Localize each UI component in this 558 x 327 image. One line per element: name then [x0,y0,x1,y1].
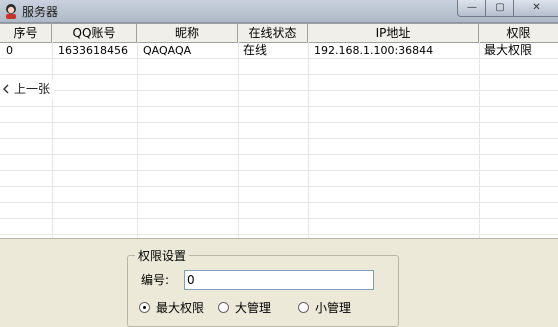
radio-label: 大管理 [235,301,272,315]
close-button[interactable]: ✕ [513,0,558,17]
id-label: 编号: [141,273,170,287]
column-header-nickname[interactable]: 昵称 [137,24,238,42]
client-table[interactable]: 序号 QQ账号 昵称 在线状态 IP地址 权限 0 1633618456 QAQ… [0,23,558,239]
settings-panel: 权限设置 编号: 最大权限 大管理 小管理 [0,238,558,327]
permission-groupbox [127,255,399,327]
cell-index: 0 [6,44,13,57]
cell-status: 在线 [243,43,268,57]
radio-label: 最大权限 [156,301,205,315]
permission-group-title: 权限设置 [135,247,190,264]
column-header-qq[interactable]: QQ账号 [52,24,137,42]
cell-permission: 最大权限 [484,43,533,57]
radio-selected-icon [139,302,150,313]
column-header-ip[interactable]: IP地址 [308,24,479,42]
title-bar: 服务器 — ▢ ✕ [0,0,558,23]
chevron-left-icon [3,84,9,94]
cell-ip: 192.168.1.100:36844 [314,44,434,57]
maximize-button[interactable]: ▢ [485,0,515,17]
previous-image-button[interactable]: 上一张 [0,80,55,98]
radio-unselected-icon [298,302,309,313]
window-title: 服务器 [22,5,59,19]
column-header-index[interactable]: 序号 [0,24,52,42]
table-header: 序号 QQ账号 昵称 在线状态 IP地址 权限 [0,24,558,43]
app-avatar-icon [6,4,16,19]
column-header-permission[interactable]: 权限 [479,24,558,42]
radio-label: 小管理 [315,301,352,315]
radio-unselected-icon [218,302,229,313]
cell-nickname: QAQAQA [143,44,192,57]
cell-qq: 1633618456 [58,44,128,57]
column-header-status[interactable]: 在线状态 [238,24,308,42]
minimize-button[interactable]: — [457,0,487,17]
previous-label: 上一张 [14,82,51,96]
id-input[interactable] [184,270,374,290]
